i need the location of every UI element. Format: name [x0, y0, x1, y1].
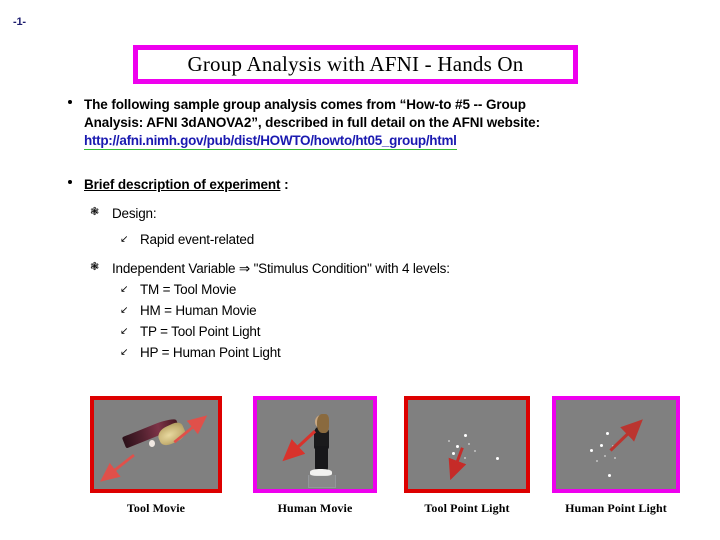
independent-variable-label: Independent Variable ⇒ "Stimulus Conditi…	[112, 260, 450, 276]
level-item-hm: ↙ HM = Human Movie	[0, 302, 720, 320]
design-label: Design:	[112, 205, 157, 221]
figure-tool-movie: Tool Movie	[90, 396, 222, 516]
experiment-heading: Brief description of experiment :	[84, 176, 720, 194]
point-light-dot	[596, 460, 598, 462]
person-legs-shape	[315, 446, 328, 472]
figure-human-point-light: Human Point Light	[552, 396, 680, 516]
point-light-dot	[448, 440, 450, 442]
figure-caption-tool-movie: Tool Movie	[126, 501, 186, 515]
sub-item-rapid-event-related: ↙ Rapid event-related	[0, 231, 720, 249]
figure-image-human-point-light	[552, 396, 680, 493]
bullet-dot-icon	[68, 100, 72, 104]
figure-image-tool-movie	[90, 396, 222, 493]
point-light-dot	[468, 443, 470, 445]
point-light-dot	[604, 455, 606, 457]
bullet-item-experiment: Brief description of experiment :	[0, 176, 720, 194]
bullet-source-line2: Analysis: AFNI 3dANOVA2”, described in f…	[84, 114, 540, 130]
figure-human-movie: Human Movie	[253, 396, 377, 516]
point-light-dot	[464, 434, 467, 437]
motion-arrow-icon	[609, 419, 643, 452]
arrow-bullet-icon: ↙	[120, 233, 129, 245]
person-hair-shape	[317, 414, 329, 433]
point-light-dot	[606, 432, 609, 435]
bullet-source-text: The following sample group analysis come…	[84, 96, 720, 150]
figure-caption-human-point-light: Human Point Light	[565, 501, 667, 515]
tool-highlight-dot	[148, 440, 155, 448]
arrow-bullet-icon: ↙	[120, 304, 129, 316]
point-light-dot	[452, 452, 455, 455]
page-title: Group Analysis with AFNI - Hands On	[187, 52, 524, 76]
level-text-hp: HP = Human Point Light	[140, 344, 281, 360]
bullet-source-line1: The following sample group analysis come…	[84, 97, 526, 112]
level-text-tm: TM = Tool Movie	[140, 281, 237, 297]
figure-image-tool-point-light	[404, 396, 530, 493]
experiment-heading-label: Brief description of experiment	[84, 177, 281, 192]
level-item-tp: ↙ TP = Tool Point Light	[0, 323, 720, 341]
experiment-heading-colon: :	[280, 177, 289, 192]
pennant-bullet-icon: ❃	[90, 204, 100, 218]
person-platform-shape	[308, 474, 336, 489]
howto-url-link[interactable]: http://afni.nimh.gov/pub/dist/HOWTO/howt…	[84, 132, 457, 150]
point-light-dot	[474, 450, 476, 452]
slide-number: -1-	[13, 16, 26, 28]
level-item-tm: ↙ TM = Tool Movie	[0, 281, 720, 299]
bullet-item-source: The following sample group analysis come…	[0, 96, 720, 150]
motion-arrow-icon	[100, 415, 208, 482]
sub-item-design: ❃ Design:	[0, 205, 720, 223]
figure-caption-human-movie: Human Movie	[277, 501, 353, 515]
figure-caption-tool-point-light: Tool Point Light	[424, 501, 510, 515]
stimulus-figure-row: Tool Movie Human Movie Tool Point Light …	[0, 396, 720, 536]
arrow-bullet-icon: ↙	[120, 325, 129, 337]
slide-title-box: Group Analysis with AFNI - Hands On	[133, 45, 578, 84]
level-text-tp: TP = Tool Point Light	[140, 323, 261, 339]
figure-image-human-movie	[253, 396, 377, 493]
bullet-dot-icon	[68, 180, 72, 184]
point-light-dot	[464, 457, 466, 459]
point-light-dot	[612, 445, 614, 447]
arrow-bullet-icon: ↙	[120, 283, 129, 295]
sub-item-independent-variable: ❃ Independent Variable ⇒ "Stimulus Condi…	[0, 260, 720, 278]
level-text-hm: HM = Human Movie	[140, 302, 257, 318]
point-light-dot	[456, 445, 459, 448]
point-light-dot	[608, 474, 611, 477]
point-light-dot	[590, 449, 593, 452]
point-light-dot	[600, 444, 603, 447]
point-light-dot	[614, 457, 616, 459]
motion-arrow-icon	[448, 447, 467, 481]
slide-body: The following sample group analysis come…	[0, 96, 720, 362]
design-item-text: Rapid event-related	[140, 231, 255, 247]
point-light-dot	[496, 457, 499, 460]
arrow-bullet-icon: ↙	[120, 346, 129, 358]
level-item-hp: ↙ HP = Human Point Light	[0, 344, 720, 362]
pennant-bullet-icon: ❃	[90, 259, 100, 273]
figure-tool-point-light: Tool Point Light	[404, 396, 530, 516]
